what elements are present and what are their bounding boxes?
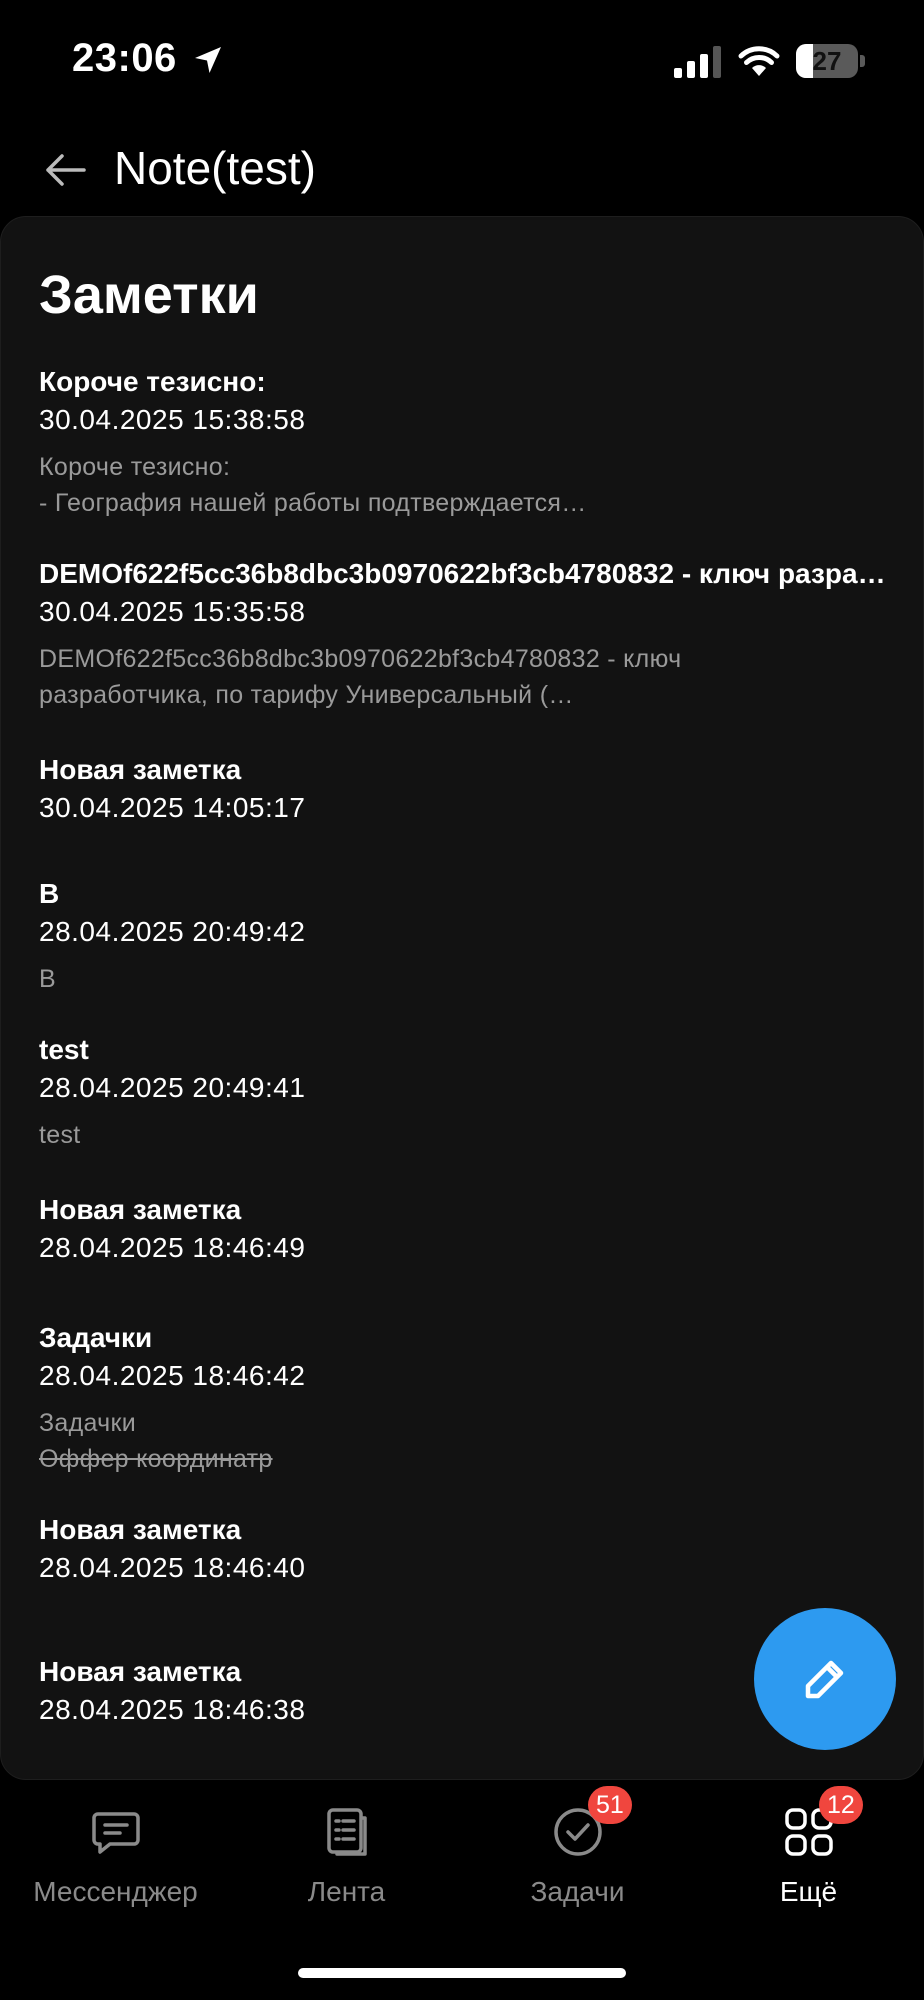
feed-icon bbox=[327, 1808, 367, 1856]
note-date: 30.04.2025 14:05:17 bbox=[39, 792, 306, 823]
note-date: 30.04.2025 15:38:58 bbox=[39, 404, 306, 435]
chat-icon bbox=[92, 1812, 140, 1854]
note-preview: B bbox=[39, 961, 889, 997]
note-date: 28.04.2025 18:46:42 bbox=[39, 1360, 306, 1391]
note-title: B bbox=[39, 878, 60, 909]
battery-indicator: 27 bbox=[796, 44, 866, 78]
note-preview-line: DEMOf622f5cc36b8dbc3b0970622bf3cb4780832… bbox=[39, 645, 682, 673]
note-date: 28.04.2025 18:46:49 bbox=[39, 1232, 306, 1263]
note-item[interactable]: Короче тезисно: 30.04.2025 15:38:58 Короче… bbox=[39, 363, 889, 521]
note-item[interactable]: Задачки 28.04.2025 18:46:42 Задачки Оффер к… bbox=[39, 1319, 889, 1477]
nav-item-messenger[interactable]: Мессенджер bbox=[0, 1780, 231, 1930]
note-date: 30.04.2025 15:35:58 bbox=[39, 596, 306, 627]
more-badge: 12 bbox=[819, 1786, 863, 1824]
note-title: Новая заметка bbox=[39, 1194, 242, 1225]
note-preview-line: разработчика, по тарифу Универсальный (… bbox=[39, 681, 574, 709]
note-date: 28.04.2025 20:49:42 bbox=[39, 916, 306, 947]
note-title: Новая заметка bbox=[39, 754, 242, 785]
note-date: 28.04.2025 20:49:41 bbox=[39, 1072, 306, 1103]
home-indicator bbox=[298, 1968, 626, 1978]
note-item[interactable]: DEMOf622f5cc36b8dbc3b0970622bf3cb4780832… bbox=[39, 555, 889, 713]
note-preview-line: B bbox=[39, 965, 56, 993]
note-title: test bbox=[39, 1034, 89, 1065]
notes-card: Заметки Короче тезисно: 30.04.2025 15:38:… bbox=[0, 216, 924, 1780]
note-item[interactable]: Новая заметка 30.04.2025 14:05:17 bbox=[39, 751, 889, 827]
status-bar: 23:06 27 bbox=[0, 0, 924, 120]
battery-level: 27 bbox=[812, 46, 842, 76]
note-preview-struck-line: Оффер координатр bbox=[39, 1445, 273, 1473]
new-note-button[interactable] bbox=[754, 1608, 896, 1750]
note-preview-line: Короче тезисно: bbox=[39, 453, 231, 481]
notes-list: Короче тезисно: 30.04.2025 15:38:58 Короче… bbox=[39, 363, 889, 1729]
note-item[interactable]: B 28.04.2025 20:49:42 B bbox=[39, 875, 889, 997]
note-title: Новая заметка bbox=[39, 1514, 242, 1545]
note-preview-line: test bbox=[39, 1121, 81, 1149]
battery-cap bbox=[860, 55, 865, 67]
note-date: 28.04.2025 18:46:40 bbox=[39, 1552, 306, 1583]
pencil-icon bbox=[805, 1660, 844, 1699]
page-title: Заметки bbox=[39, 265, 259, 325]
location-arrow-icon bbox=[195, 47, 221, 73]
note-preview-line: - География нашей работы подтверждается… bbox=[39, 489, 587, 517]
note-preview: DEMOf622f5cc36b8dbc3b0970622bf3cb4780832… bbox=[39, 641, 889, 713]
note-title: DEMOf622f5cc36b8dbc3b0970622bf3cb4780832… bbox=[39, 558, 889, 589]
nav-label-feed: Лента bbox=[307, 1876, 386, 1907]
tasks-badge: 51 bbox=[588, 1786, 632, 1824]
nav-label-more: Ещё bbox=[779, 1876, 838, 1907]
battery-body: 27 bbox=[796, 44, 858, 78]
wifi-icon bbox=[738, 46, 780, 76]
note-item[interactable]: Новая заметка 28.04.2025 18:46:40 bbox=[39, 1511, 889, 1587]
note-preview-line: Задачки bbox=[39, 1409, 136, 1437]
note-item[interactable]: Новая заметка 28.04.2025 18:46:49 bbox=[39, 1191, 889, 1267]
note-preview: test bbox=[39, 1117, 889, 1153]
nav-item-more[interactable]: Ещё 12 bbox=[693, 1780, 924, 1930]
cellular-signal-icon bbox=[674, 46, 721, 78]
note-title: Короче тезисно: bbox=[39, 366, 266, 397]
note-item[interactable]: test 28.04.2025 20:49:41 test bbox=[39, 1031, 889, 1153]
nav-label-messenger: Мессенджер bbox=[33, 1876, 198, 1907]
header-title: Note(test) bbox=[114, 142, 316, 194]
nav-label-tasks: Задачи bbox=[530, 1876, 625, 1907]
app-header: Note(test) bbox=[0, 120, 924, 216]
nav-item-tasks[interactable]: Задачи 51 bbox=[462, 1780, 693, 1930]
note-title: Задачки bbox=[39, 1322, 153, 1353]
bottom-nav: Мессенджер Лента Задачи 51 Ещё 12 bbox=[0, 1780, 924, 2000]
note-preview: Короче тезисно: - География нашей работы … bbox=[39, 449, 889, 521]
note-preview: Задачки Оффер координатр bbox=[39, 1405, 889, 1477]
status-time: 23:06 bbox=[72, 36, 177, 80]
back-arrow-icon[interactable] bbox=[40, 144, 92, 196]
nav-item-feed[interactable]: Лента bbox=[231, 1780, 462, 1930]
